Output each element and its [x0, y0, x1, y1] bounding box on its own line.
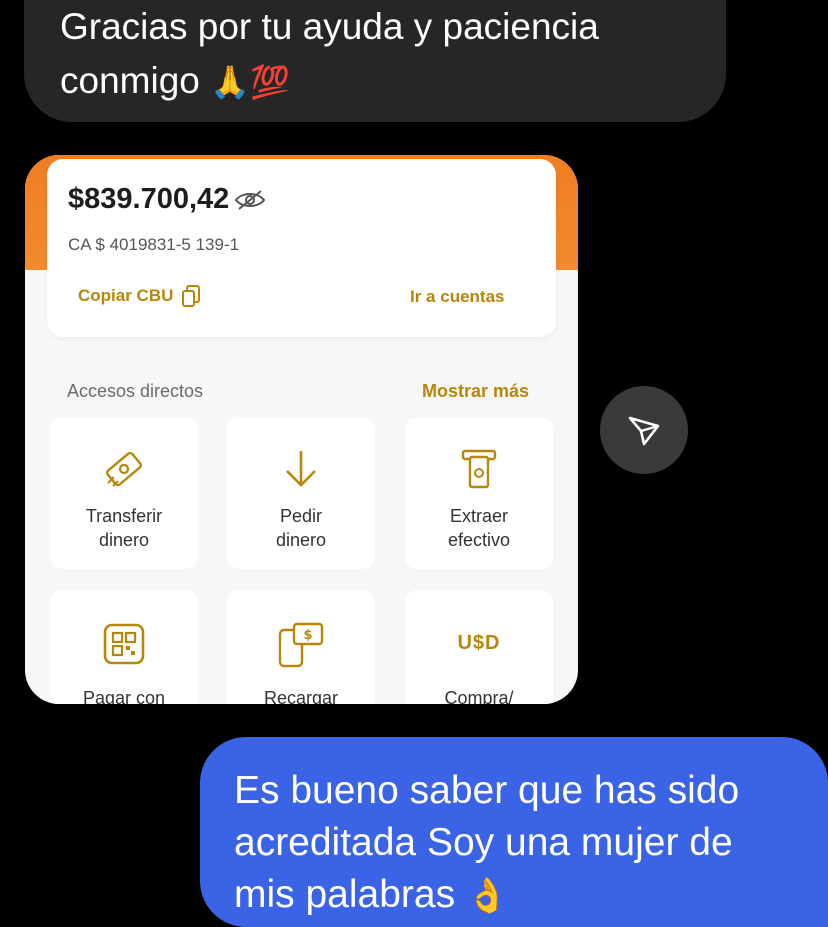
tile-label-line1: Extraer [449, 506, 509, 526]
incoming-message-text: conmigo [60, 60, 200, 101]
copy-cbu-button[interactable]: Copiar CBU [78, 284, 201, 308]
outgoing-message-text: mis palabras [234, 873, 456, 916]
outgoing-message-line-1: Es bueno saber que has sido [234, 769, 740, 812]
svg-text:$: $ [303, 628, 312, 643]
copy-cbu-label: Copiar CBU [78, 286, 174, 305]
eye-slash-icon[interactable] [233, 188, 267, 212]
ok-hand-emoji: 👌 [465, 876, 509, 916]
transfer-money-icon [105, 451, 143, 487]
go-to-accounts-link[interactable]: Ir a cuentas [410, 287, 505, 307]
phone-recharge-icon: $ [278, 622, 324, 668]
show-more-link[interactable]: Mostrar más [422, 381, 529, 402]
shortcut-recharge[interactable]: $ Recargar [227, 590, 375, 704]
tile-label-line2: efectivo [447, 530, 511, 550]
shared-bank-screenshot[interactable]: $839.700,42 CA $ 4019831-5 139-1 Copiar … [25, 155, 578, 704]
tile-label-line1: Pedir [279, 506, 323, 526]
send-button[interactable] [600, 386, 688, 474]
tile-label: Pedir dinero [227, 504, 375, 552]
shortcut-pay-with[interactable]: Pagar con [50, 590, 198, 704]
shortcut-buy-usd[interactable]: U$D Compra/ [405, 590, 553, 704]
tile-label: Recargar [263, 688, 339, 704]
shortcut-withdraw-cash[interactable]: Extraer efectivo [405, 417, 553, 569]
tile-label: Transferir dinero [50, 504, 198, 552]
incoming-message-line-1: Gracias por tu ayuda y paciencia [60, 6, 599, 47]
tile-label-line2: dinero [98, 530, 150, 550]
send-icon [628, 416, 660, 446]
tile-label: Extraer efectivo [405, 504, 553, 552]
outgoing-message-line-3: mis palabras 👌 [234, 869, 828, 922]
account-summary-card: $839.700,42 CA $ 4019831-5 139-1 Copiar … [47, 159, 556, 337]
tile-label: Compra/ [444, 688, 514, 704]
balance-row: $839.700,42 [68, 183, 267, 216]
incoming-message-bubble: Gracias por tu ayuda y paciencia conmigo… [24, 0, 726, 122]
tile-label: Pagar con [82, 688, 166, 704]
outgoing-message-bubble: Es bueno saber que has sido acreditada S… [200, 737, 828, 927]
atm-cash-icon [461, 449, 497, 489]
copy-icon [182, 285, 201, 307]
qr-code-icon [103, 623, 145, 665]
usd-icon: U$D [457, 632, 501, 654]
outgoing-message-line-2: acreditada Soy una mujer de [234, 821, 733, 864]
balance-amount: $839.700,42 [68, 183, 230, 215]
shortcut-request-money[interactable]: Pedir dinero [227, 417, 375, 569]
tile-label-line2: dinero [275, 530, 327, 550]
tile-label-line1: Transferir [85, 506, 163, 526]
account-number: CA $ 4019831-5 139-1 [68, 235, 240, 254]
pray-hundred-emoji: 🙏💯 [210, 63, 290, 101]
shortcuts-title: Accesos directos [67, 381, 204, 401]
shortcut-transfer-money[interactable]: Transferir dinero [50, 417, 198, 569]
arrow-down-icon [286, 451, 316, 487]
incoming-message-line-2: conmigo 🙏💯 [60, 54, 726, 109]
